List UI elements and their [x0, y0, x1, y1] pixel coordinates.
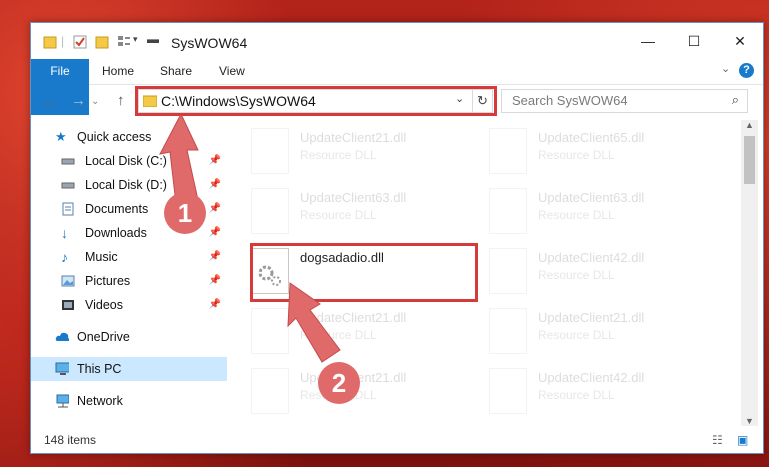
step-1-badge: 1 — [164, 192, 206, 234]
arrow-2 — [287, 282, 341, 363]
annotation-arrows — [159, 112, 341, 363]
arrow-1 — [159, 112, 199, 205]
step-2-badge: 2 — [318, 362, 360, 404]
